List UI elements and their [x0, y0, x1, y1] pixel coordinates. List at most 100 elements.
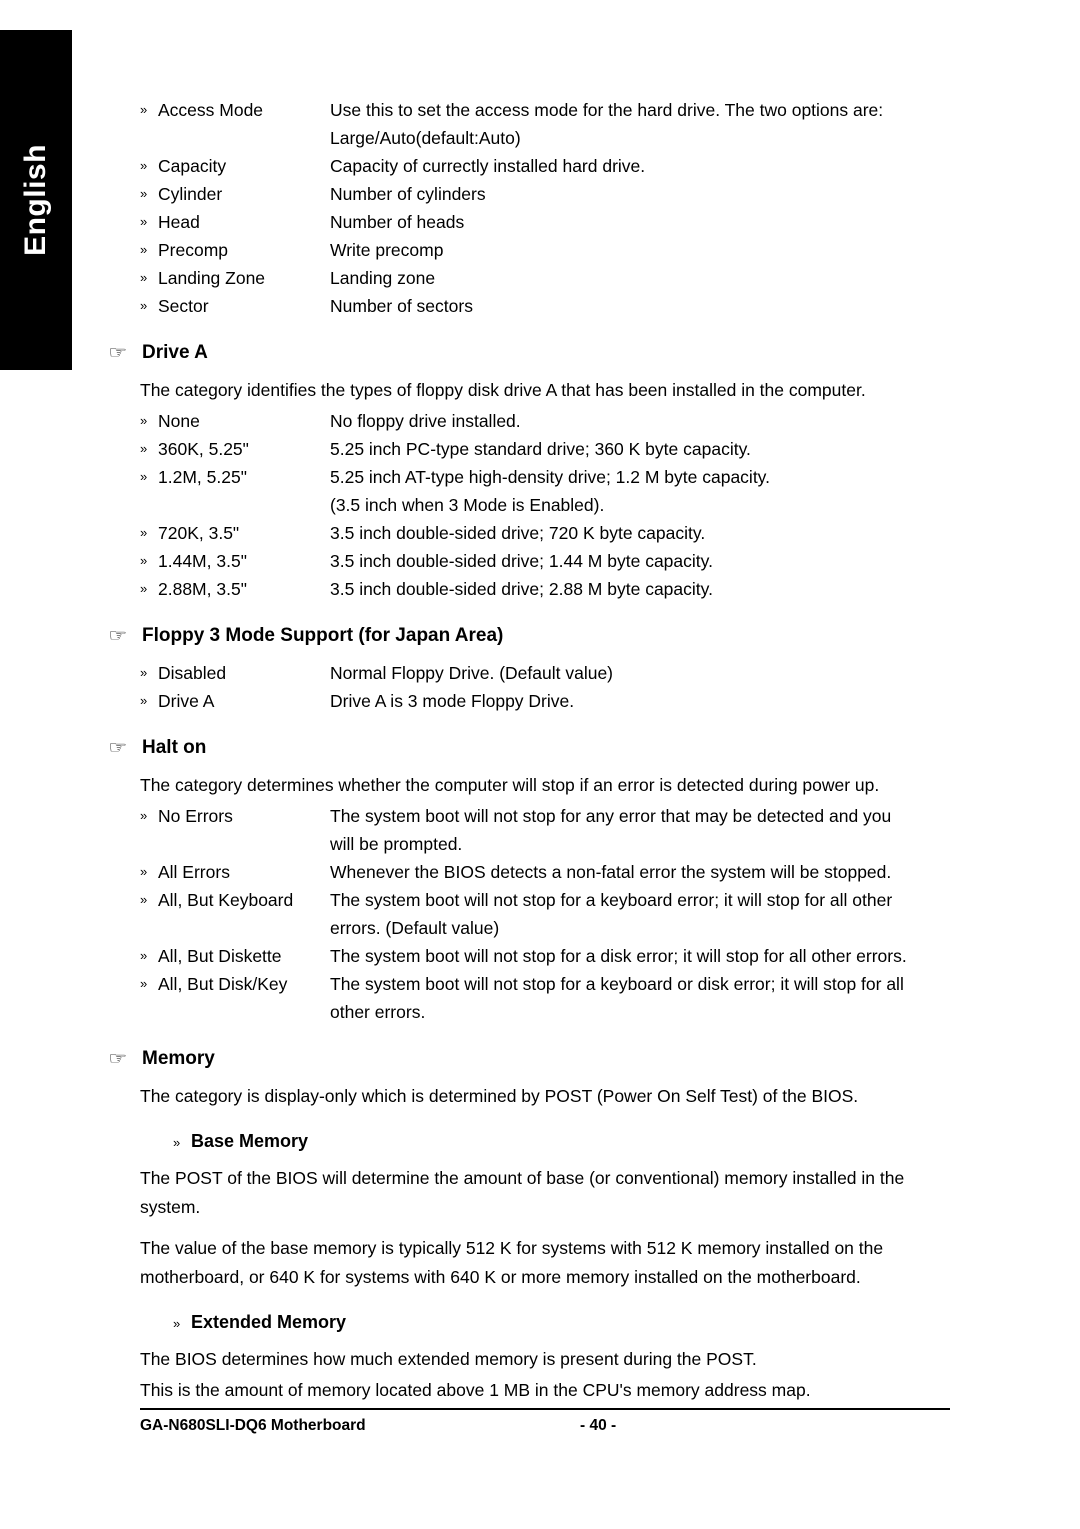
description-line1: Use this to set the access mode for the … — [330, 100, 884, 120]
term: Capacity — [158, 156, 227, 176]
description: Drive A is 3 mode Floppy Drive. — [330, 691, 575, 711]
term: Sector — [158, 296, 209, 316]
double-arrow-icon: » — [140, 864, 148, 879]
term: Cylinder — [158, 184, 223, 204]
extended-memory-p1: The BIOS determines how much extended me… — [140, 1349, 757, 1369]
description-line1: The system boot will not stop for a keyb… — [330, 890, 893, 910]
description: Number of sectors — [330, 296, 473, 316]
list-item: » 2.88M, 3.5" 3.5 inch double-sided driv… — [140, 575, 970, 603]
description: No floppy drive installed. — [330, 411, 521, 431]
double-arrow-icon: » — [140, 525, 148, 540]
double-arrow-icon: » — [140, 186, 148, 201]
hdd-fields-list: » Access Mode Use this to set the access… — [140, 96, 970, 320]
term: 1.44M, 3.5" — [158, 551, 247, 571]
document-page: English » Access Mode Use this to set th… — [0, 0, 1080, 1529]
subsection-heading-extended-memory: » Extended Memory — [173, 1312, 970, 1333]
halt-on-intro: The category determines whether the comp… — [140, 775, 880, 795]
double-arrow-icon: » — [140, 441, 148, 456]
base-memory-p2-line1: The value of the base memory is typicall… — [140, 1238, 884, 1258]
double-arrow-icon: » — [173, 1135, 181, 1150]
section-heading-drive-a: ☞ Drive A — [108, 342, 970, 364]
term: 1.2M, 5.25" — [158, 467, 247, 487]
double-arrow-icon: » — [140, 413, 148, 428]
description: Landing zone — [330, 268, 436, 288]
description-line1: 5.25 inch AT-type high-density drive; 1.… — [330, 467, 770, 487]
halt-on-list: » No Errors The system boot will not sto… — [140, 802, 970, 1026]
term: All, But Disk/Key — [158, 974, 288, 994]
term: Access Mode — [158, 100, 264, 120]
footer-divider — [140, 1408, 950, 1410]
description-line2: (3.5 inch when 3 Mode is Enabled). — [330, 495, 605, 515]
list-item: » All, But Keyboard The system boot will… — [140, 886, 970, 942]
list-item: » Drive A Drive A is 3 mode Floppy Drive… — [140, 687, 970, 715]
double-arrow-icon: » — [173, 1316, 181, 1331]
description: The system boot will not stop for any er… — [330, 802, 970, 858]
description-line1: The system boot will not stop for a keyb… — [330, 974, 904, 994]
drive-a-list: » None No floppy drive installed. » 360K… — [140, 407, 970, 603]
base-memory-p1-line2: system. — [140, 1197, 201, 1217]
section-heading-label: Halt on — [142, 737, 207, 758]
double-arrow-icon: » — [140, 948, 148, 963]
term: Landing Zone — [158, 268, 266, 288]
list-item: » All, But Diskette The system boot will… — [140, 942, 970, 970]
subsection-heading-base-memory: » Base Memory — [173, 1131, 970, 1152]
section-heading-label: Drive A — [142, 342, 208, 363]
double-arrow-icon: » — [140, 214, 148, 229]
pointing-hand-icon: ☞ — [108, 1049, 128, 1068]
double-arrow-icon: » — [140, 242, 148, 257]
pointing-hand-icon: ☞ — [108, 626, 128, 645]
double-arrow-icon: » — [140, 581, 148, 596]
description: The system boot will not stop for a keyb… — [330, 886, 970, 942]
drive-a-intro: The category identifies the types of flo… — [140, 380, 866, 400]
page-number: - 40 - — [580, 1417, 617, 1434]
list-item: » 720K, 3.5" 3.5 inch double-sided drive… — [140, 519, 970, 547]
list-item: » None No floppy drive installed. — [140, 407, 970, 435]
list-item: » 1.2M, 5.25" 5.25 inch AT-type high-den… — [140, 463, 970, 519]
term: 2.88M, 3.5" — [158, 579, 247, 599]
term: All Errors — [158, 862, 230, 882]
list-item: » 360K, 5.25" 5.25 inch PC-type standard… — [140, 435, 970, 463]
footer-line: GA-N680SLI-DQ6 Motherboard - 40 - — [140, 1417, 950, 1435]
description: Number of cylinders — [330, 184, 486, 204]
subsection-heading-label: Base Memory — [191, 1131, 309, 1151]
description: 5.25 inch PC-type standard drive; 360 K … — [330, 439, 751, 459]
list-item: » Head Number of heads — [140, 208, 970, 236]
double-arrow-icon: » — [140, 469, 148, 484]
description: Number of heads — [330, 212, 465, 232]
extended-memory-p2: This is the amount of memory located abo… — [140, 1380, 811, 1400]
double-arrow-icon: » — [140, 892, 148, 907]
description-line2: errors. (Default value) — [330, 918, 500, 938]
list-item: » Landing Zone Landing zone — [140, 264, 970, 292]
section-heading-label: Memory — [142, 1048, 215, 1069]
list-item: » Sector Number of sectors — [140, 292, 970, 320]
description-line2: will be prompted. — [330, 834, 463, 854]
double-arrow-icon: » — [140, 298, 148, 313]
description: 5.25 inch AT-type high-density drive; 1.… — [330, 463, 970, 519]
language-tab-label: English — [19, 144, 52, 256]
list-item: » Capacity Capacity of currectly install… — [140, 152, 970, 180]
list-item: » All Errors Whenever the BIOS detects a… — [140, 858, 970, 886]
term: No Errors — [158, 806, 233, 826]
list-item: » All, But Disk/Key The system boot will… — [140, 970, 970, 1026]
list-item: » Disabled Normal Floppy Drive. (Default… — [140, 659, 970, 687]
list-item: » Access Mode Use this to set the access… — [140, 96, 970, 152]
double-arrow-icon: » — [140, 553, 148, 568]
description-line2: Large/Auto(default:Auto) — [330, 128, 521, 148]
term: Head — [158, 212, 200, 232]
description: Normal Floppy Drive. (Default value) — [330, 663, 614, 683]
section-heading-halt-on: ☞ Halt on — [108, 737, 970, 759]
list-item: » Cylinder Number of cylinders — [140, 180, 970, 208]
term: All, But Keyboard — [158, 890, 294, 910]
base-memory-p2-line2: motherboard, or 640 K for systems with 6… — [140, 1267, 861, 1287]
language-tab: English — [0, 30, 72, 370]
description: Use this to set the access mode for the … — [330, 96, 970, 152]
description-line1: The system boot will not stop for any er… — [330, 806, 892, 826]
description: The system boot will not stop for a keyb… — [330, 970, 970, 1026]
footer-product-name: GA-N680SLI-DQ6 Motherboard — [140, 1417, 366, 1434]
subsection-heading-label: Extended Memory — [191, 1312, 347, 1332]
double-arrow-icon: » — [140, 976, 148, 991]
double-arrow-icon: » — [140, 270, 148, 285]
description: Write precomp — [330, 240, 444, 260]
double-arrow-icon: » — [140, 665, 148, 680]
